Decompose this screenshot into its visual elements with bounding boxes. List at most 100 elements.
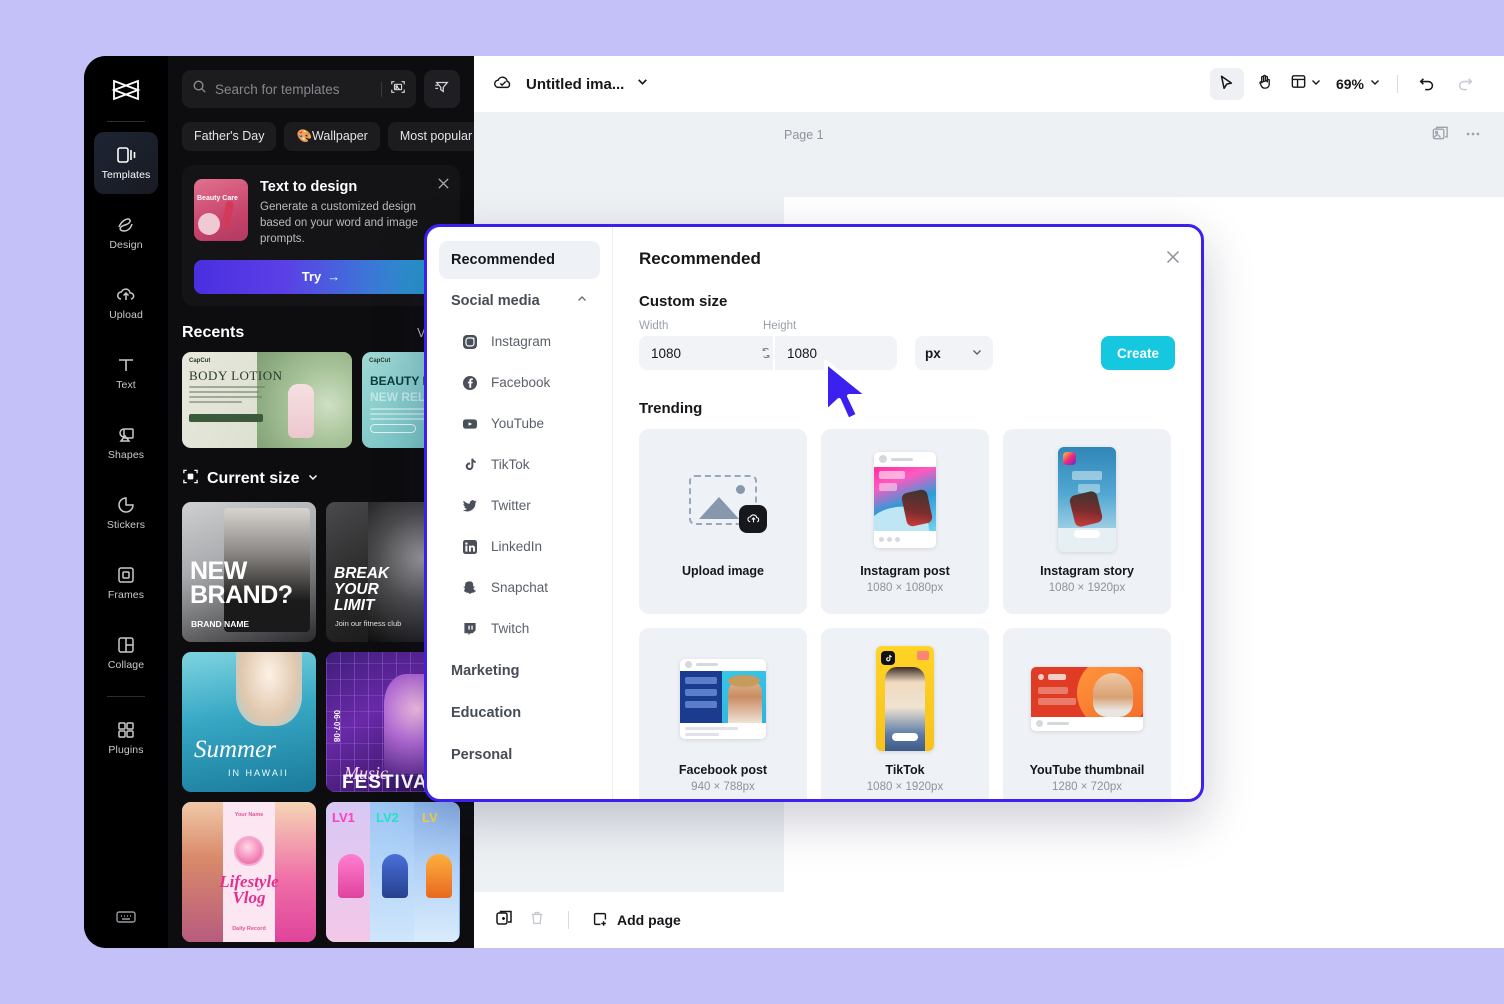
recents-title: Recents (182, 324, 244, 342)
nav-item-facebook[interactable]: Facebook (439, 362, 600, 403)
recent-card[interactable]: CapCut BODY LOTION (182, 352, 352, 448)
sidebar-item-label: Design (109, 240, 142, 251)
facebook-icon (461, 374, 479, 392)
tiktok-icon (461, 456, 479, 474)
custom-size-heading: Custom size (639, 293, 1175, 310)
template-lv2: LV2 (376, 810, 399, 825)
copy-page-icon[interactable] (494, 908, 514, 933)
trending-card-youtube-thumbnail[interactable]: YouTube thumbnail 1280 × 720px (1003, 628, 1171, 802)
sidebar-item-label: Text (116, 380, 136, 391)
template-line1: Summer (194, 736, 276, 764)
toolbar-divider (1397, 75, 1398, 93)
sidebar-item-design[interactable]: Design (94, 202, 158, 264)
capcut-logo-icon[interactable] (111, 78, 141, 107)
sidebar-item-label: Upload (109, 310, 143, 321)
trending-card-name: Upload image (682, 564, 764, 578)
filter-button[interactable] (424, 70, 460, 108)
template-card[interactable]: LV1 LV2 LV (326, 802, 460, 942)
add-page-button[interactable]: Add page (591, 910, 681, 931)
tiktok-thumb (876, 646, 934, 751)
nav-item-snapchat[interactable]: Snapchat (439, 567, 600, 608)
bottom-divider (568, 911, 569, 929)
template-card[interactable]: Your Name LifestyleVlog Daily Record (182, 802, 316, 942)
template-date: 06·07·08 (332, 710, 341, 742)
create-button[interactable]: Create (1101, 336, 1175, 370)
template-card[interactable]: NEWBRAND? BRAND NAME (182, 502, 316, 642)
sidebar-item-text[interactable]: Text (94, 342, 158, 404)
nav-item-twitch[interactable]: Twitch (439, 608, 600, 649)
nav-group-label: Social media (451, 293, 540, 309)
try-button[interactable]: Try → (194, 260, 448, 294)
trending-card-upload-image[interactable]: Upload image (639, 429, 807, 614)
width-input[interactable]: 1080 (639, 336, 761, 370)
template-card[interactable]: Summer IN HAWAII (182, 652, 316, 792)
document-name-group[interactable]: Untitled ima... (492, 73, 649, 96)
close-icon[interactable] (1165, 249, 1181, 270)
nav-group-education[interactable]: Education (439, 693, 600, 733)
more-horizontal-icon[interactable] (1464, 125, 1482, 148)
search-input[interactable]: Search for templates (182, 70, 416, 108)
trending-card-name: Instagram story (1040, 564, 1134, 578)
nav-item-linkedin[interactable]: LinkedIn (439, 526, 600, 567)
rail-divider-2 (107, 696, 145, 697)
trending-grid: Upload image Instagram post 1080 × 1080p… (639, 429, 1175, 802)
sidebar-item-collage[interactable]: Collage (94, 622, 158, 684)
toolbar-tools: 69% (1210, 68, 1482, 100)
nav-group-marketing[interactable]: Marketing (439, 651, 600, 691)
modal-nav: Recommended Social media Instagram Faceb… (427, 227, 613, 799)
chip-fathers-day[interactable]: Father's Day (182, 122, 276, 151)
nav-group-social-media[interactable]: Social media (439, 281, 600, 321)
chip-wallpaper[interactable]: 🎨Wallpaper (284, 122, 379, 151)
hand-tool-button[interactable] (1248, 68, 1282, 100)
sidebar-item-plugins[interactable]: Plugins (94, 707, 158, 769)
unit-select[interactable]: px (915, 336, 993, 370)
collage-icon (115, 635, 137, 655)
nav-item-label: Facebook (491, 375, 550, 390)
twitch-icon (461, 620, 479, 638)
undo-icon (1418, 73, 1436, 96)
image-search-icon[interactable] (390, 79, 406, 100)
trending-card-tiktok[interactable]: TikTok 1080 × 1920px (821, 628, 989, 802)
sidebar-item-stickers[interactable]: Stickers (94, 482, 158, 544)
chevron-down-icon[interactable] (636, 75, 649, 93)
design-icon (115, 215, 137, 235)
undo-button[interactable] (1410, 68, 1444, 100)
trending-card-dims: 940 × 788px (691, 781, 755, 793)
redo-button[interactable] (1448, 68, 1482, 100)
nav-item-twitter[interactable]: Twitter (439, 485, 600, 526)
keyboard-shortcuts-button[interactable] (84, 909, 168, 930)
sidebar-item-templates[interactable]: Templates (94, 132, 158, 194)
sidebar-item-frames[interactable]: Frames (94, 552, 158, 614)
zoom-selector[interactable]: 69% (1330, 68, 1385, 100)
modal-title: Recommended (639, 249, 1175, 269)
chip-most-popular[interactable]: Most popular (388, 122, 474, 151)
youtube-thumbnail-thumb (1031, 646, 1143, 751)
search-divider (381, 82, 382, 97)
trending-card-instagram-story[interactable]: Instagram story 1080 × 1920px (1003, 429, 1171, 614)
nav-group-personal[interactable]: Personal (439, 735, 600, 775)
sidebar-item-shapes[interactable]: Shapes (94, 412, 158, 474)
height-value: 1080 (787, 346, 817, 361)
select-tool-button[interactable] (1210, 68, 1244, 100)
close-icon[interactable] (437, 177, 450, 195)
nav-item-youtube[interactable]: YouTube (439, 403, 600, 444)
duplicate-page-icon[interactable] (1431, 124, 1450, 148)
redo-icon (1456, 73, 1474, 96)
modal-body: Recommended Custom size Width Height 108… (613, 227, 1201, 799)
layout-tool-button[interactable] (1286, 68, 1326, 100)
nav-item-tiktok[interactable]: TikTok (439, 444, 600, 485)
height-input[interactable]: 1080 (775, 336, 897, 370)
sidebar-item-upload[interactable]: Upload (94, 272, 158, 334)
link-aspect-icon[interactable] (759, 336, 773, 370)
trending-card-instagram-post[interactable]: Instagram post 1080 × 1080px (821, 429, 989, 614)
layout-icon (1290, 73, 1307, 95)
trending-card-facebook-post[interactable]: Facebook post 940 × 788px (639, 628, 807, 802)
nav-item-instagram[interactable]: Instagram (439, 321, 600, 362)
chevron-down-icon (971, 346, 983, 361)
nav-item-label: Twitter (491, 498, 531, 513)
width-label: Width (639, 320, 763, 332)
card-heading: BODY LOTION (189, 368, 282, 384)
upload-icon (115, 285, 137, 305)
height-label: Height (763, 320, 796, 332)
nav-item-recommended[interactable]: Recommended (439, 241, 600, 279)
